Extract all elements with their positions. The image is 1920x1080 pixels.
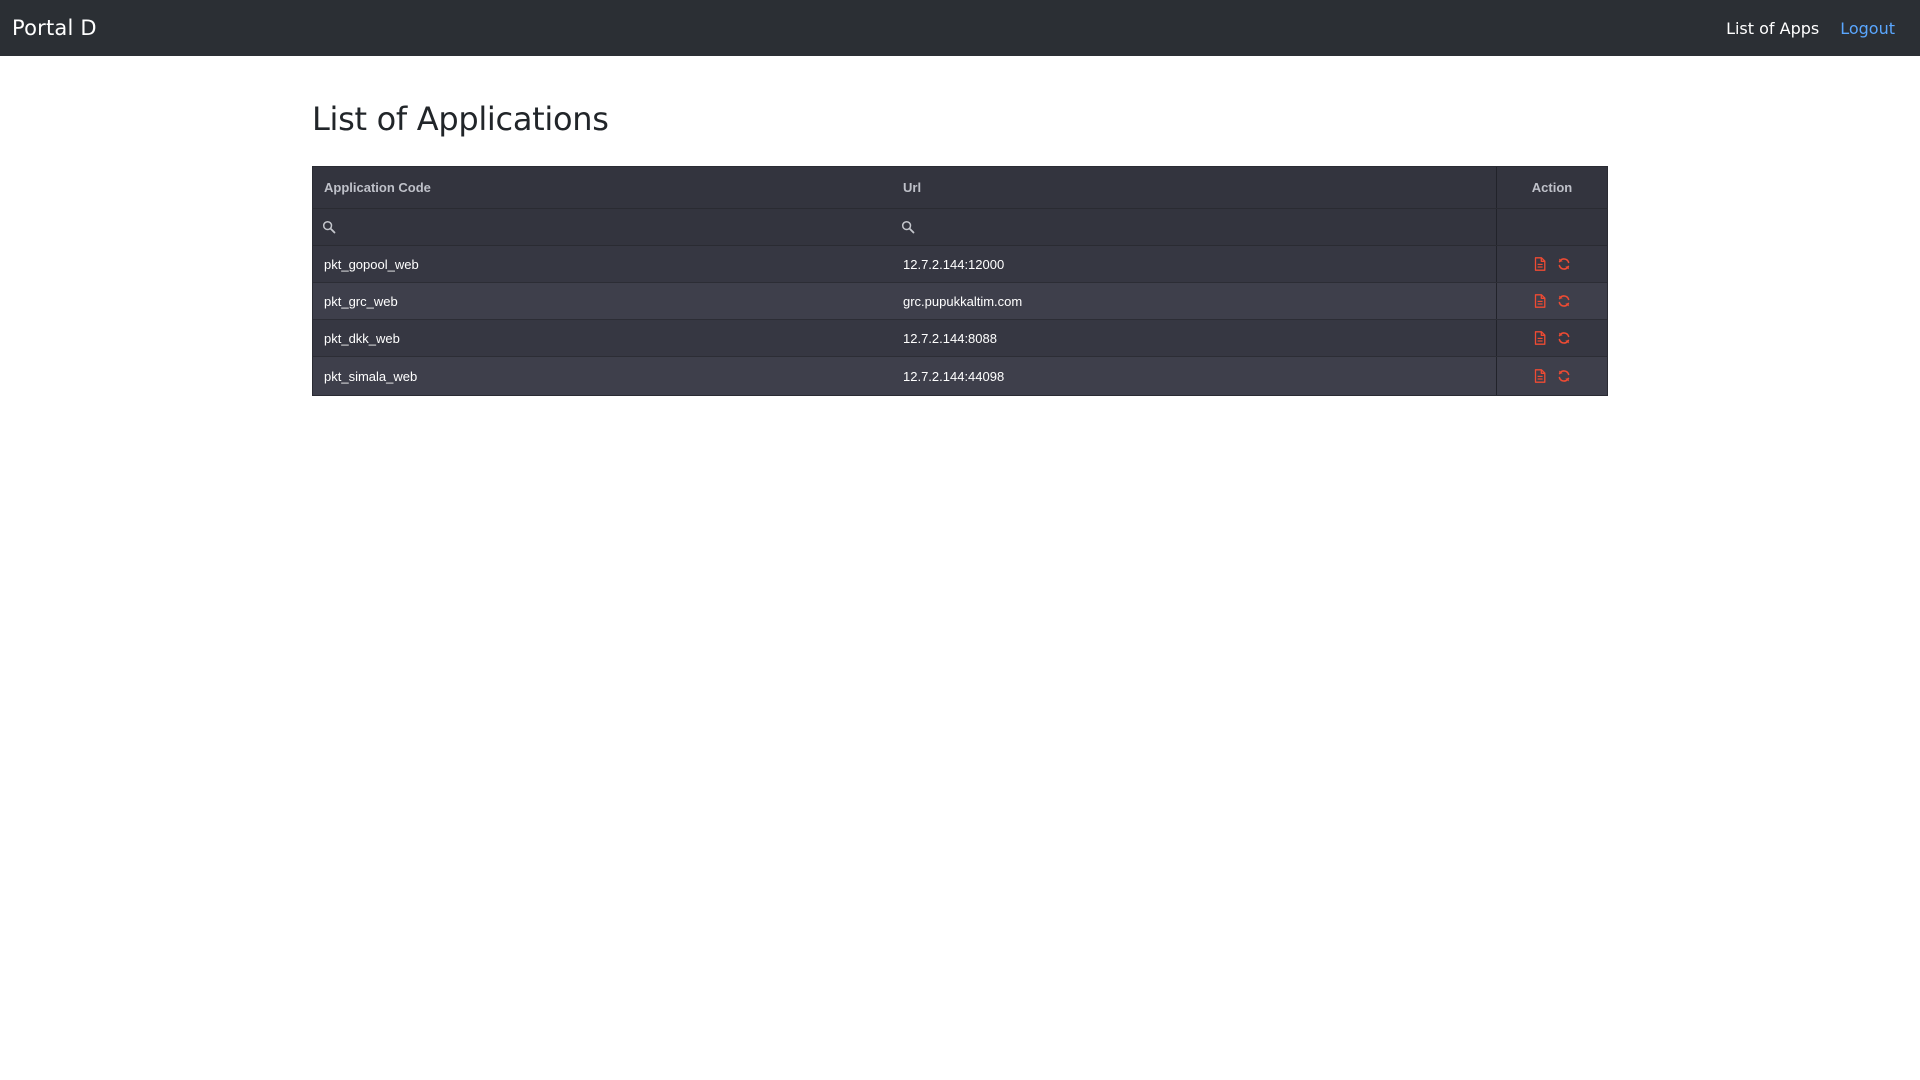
table-row[interactable]: pkt_dkk_web 12.7.2.144:8088 xyxy=(313,320,1607,357)
page-title: List of Applications xyxy=(312,100,609,138)
table-row[interactable]: pkt_simala_web 12.7.2.144:44098 xyxy=(313,357,1607,395)
refresh-icon[interactable] xyxy=(1557,294,1571,308)
action-cell xyxy=(1496,320,1607,356)
file-icon[interactable] xyxy=(1533,294,1547,308)
brand-title[interactable]: Portal D xyxy=(12,16,97,40)
file-icon[interactable] xyxy=(1533,369,1547,383)
table-filter-row xyxy=(313,209,1607,246)
refresh-icon[interactable] xyxy=(1557,369,1571,383)
url-cell: 12.7.2.144:8088 xyxy=(903,330,997,346)
application-code-cell: pkt_simala_web xyxy=(324,368,418,384)
row-actions xyxy=(1533,257,1571,271)
nav-list-of-apps-link[interactable]: List of Apps xyxy=(1726,19,1819,38)
applications-table: Application Code Url Action pkt_gopool_w… xyxy=(312,166,1608,396)
url-cell: 12.7.2.144:12000 xyxy=(903,256,1005,272)
refresh-icon[interactable] xyxy=(1557,257,1571,271)
action-cell xyxy=(1496,283,1607,319)
application-code-filter[interactable] xyxy=(313,209,892,245)
column-header-action: Action xyxy=(1496,167,1607,208)
column-header-application-code[interactable]: Application Code xyxy=(313,167,892,208)
nav-logout-link[interactable]: Logout xyxy=(1840,19,1895,38)
nav-links: List of Apps Logout xyxy=(1726,19,1908,38)
row-actions xyxy=(1533,331,1571,345)
application-code-cell: pkt_gopool_web xyxy=(324,256,419,272)
action-cell xyxy=(1496,246,1607,282)
table-header-row: Application Code Url Action xyxy=(313,167,1607,209)
file-icon[interactable] xyxy=(1533,331,1547,345)
table-row[interactable]: pkt_gopool_web 12.7.2.144:12000 xyxy=(313,246,1607,283)
application-code-cell: pkt_dkk_web xyxy=(324,330,400,346)
action-filter-cell xyxy=(1496,209,1607,245)
file-icon[interactable] xyxy=(1533,257,1547,271)
application-code-cell: pkt_grc_web xyxy=(324,293,398,309)
action-cell xyxy=(1496,357,1607,395)
refresh-icon[interactable] xyxy=(1557,331,1571,345)
table-row[interactable]: pkt_grc_web grc.pupukkaltim.com xyxy=(313,283,1607,320)
url-filter[interactable] xyxy=(892,209,1496,245)
url-cell: 12.7.2.144:44098 xyxy=(903,368,1005,384)
row-actions xyxy=(1533,369,1571,383)
url-cell: grc.pupukkaltim.com xyxy=(903,293,1023,309)
search-icon xyxy=(900,219,916,235)
search-icon xyxy=(321,219,337,235)
top-navbar: Portal D List of Apps Logout xyxy=(0,0,1920,56)
column-header-url[interactable]: Url xyxy=(892,167,1496,208)
row-actions xyxy=(1533,294,1571,308)
